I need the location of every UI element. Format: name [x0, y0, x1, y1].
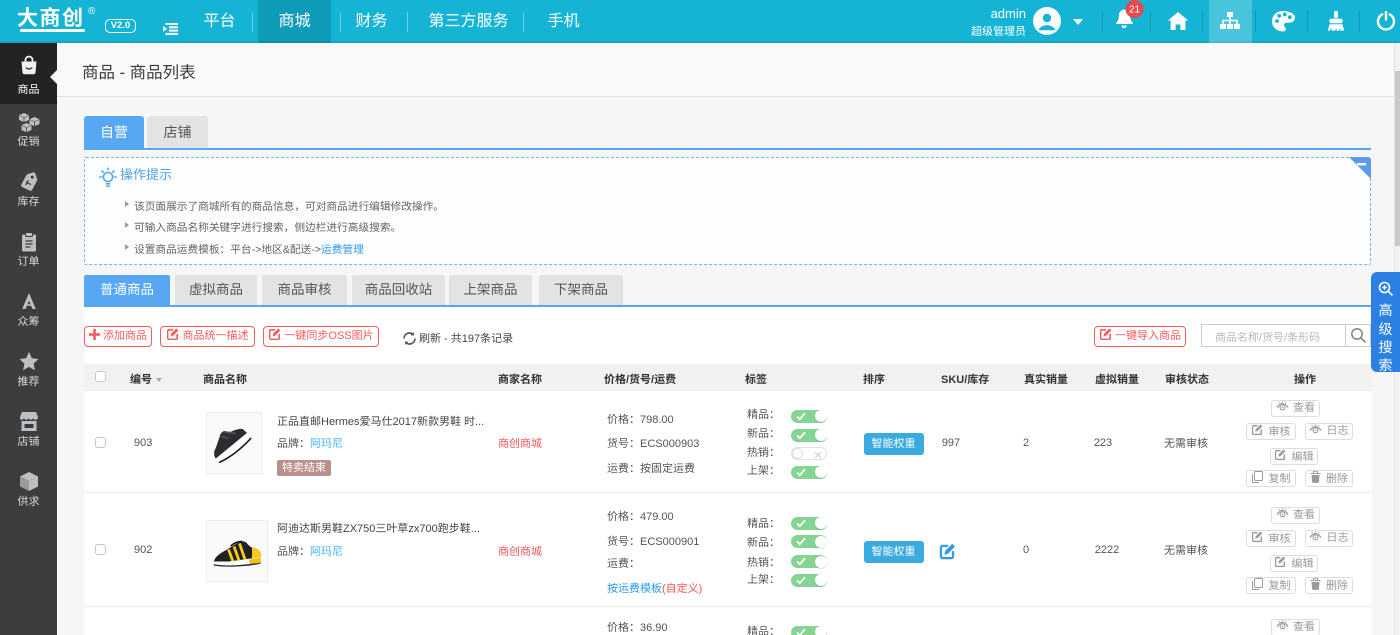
- svg-text:21: 21: [1129, 5, 1141, 16]
